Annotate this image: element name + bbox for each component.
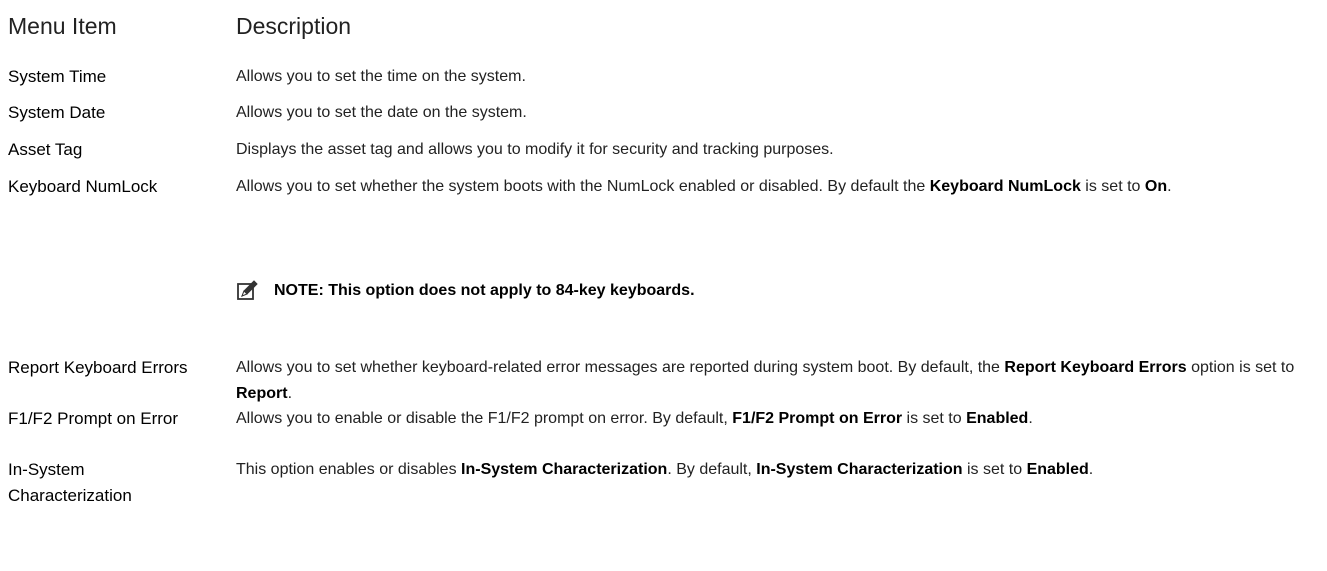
- description-emphasis: Report Keyboard Errors: [1004, 359, 1187, 376]
- description-text: Displays the asset tag and allows you to…: [236, 141, 834, 158]
- description-text: .: [1028, 410, 1033, 427]
- description-emphasis: Enabled: [1026, 461, 1089, 478]
- description-emphasis: Enabled: [966, 410, 1029, 427]
- description-text: This option enables or disables: [236, 461, 462, 478]
- menu-item-description: Allows you to set the time on the system…: [236, 64, 1316, 90]
- menu-item-description: This option enables or disables In-Syste…: [236, 457, 1316, 483]
- description-emphasis: On: [1144, 178, 1168, 195]
- note-text: NOTE: This option does not apply to 84-k…: [274, 282, 695, 299]
- menu-item-label: F1/F2 Prompt on Error: [8, 409, 179, 428]
- menu-item-label: In-System Characterization: [8, 460, 132, 505]
- menu-item-label: System Date: [8, 103, 106, 122]
- description-text: Allows you to enable or disable the F1/F…: [236, 410, 733, 427]
- note-callout: NOTE: This option does not apply to 84-k…: [236, 278, 1316, 306]
- header-description: Description: [236, 13, 352, 39]
- description-emphasis: In-System Characterization: [756, 461, 963, 478]
- description-text: is set to: [902, 410, 967, 427]
- description-emphasis: In-System Characterization: [461, 461, 668, 478]
- menu-item-description: Allows you to set the date on the system…: [236, 100, 1316, 126]
- description-text: . By default,: [667, 461, 757, 478]
- description-text: .: [1167, 178, 1172, 195]
- description-text: .: [287, 385, 293, 402]
- description-emphasis: Keyboard NumLock: [929, 178, 1081, 195]
- header-menu-item: Menu Item: [8, 13, 117, 39]
- description-text: option is set to: [1186, 359, 1295, 376]
- menu-item-label: Report Keyboard Errors: [8, 358, 188, 377]
- menu-item-description: Allows you to enable or disable the F1/F…: [236, 406, 1316, 432]
- description-text: Allows you to set the time on the system…: [236, 68, 526, 85]
- description-emphasis: F1/F2 Prompt on Error: [732, 410, 903, 427]
- description-text: Allows you to set the date on the system…: [236, 104, 527, 121]
- menu-item-description: Allows you to set whether keyboard-relat…: [236, 355, 1316, 407]
- description-text: is set to: [962, 461, 1027, 478]
- description-text: Allows you to set whether the system boo…: [236, 178, 930, 195]
- description-text: .: [1088, 461, 1094, 478]
- description-text: is set to: [1080, 178, 1145, 195]
- description-text: Allows you to set whether keyboard-relat…: [236, 359, 1005, 376]
- menu-item-label: Keyboard NumLock: [8, 177, 158, 196]
- menu-item-description: Allows you to set whether the system boo…: [236, 174, 1316, 200]
- menu-item-label: Asset Tag: [8, 140, 83, 159]
- pencil-note-icon: [236, 280, 258, 302]
- description-emphasis: Report: [236, 385, 288, 402]
- menu-item-description: Displays the asset tag and allows you to…: [236, 137, 1316, 163]
- menu-item-label: System Time: [8, 67, 107, 86]
